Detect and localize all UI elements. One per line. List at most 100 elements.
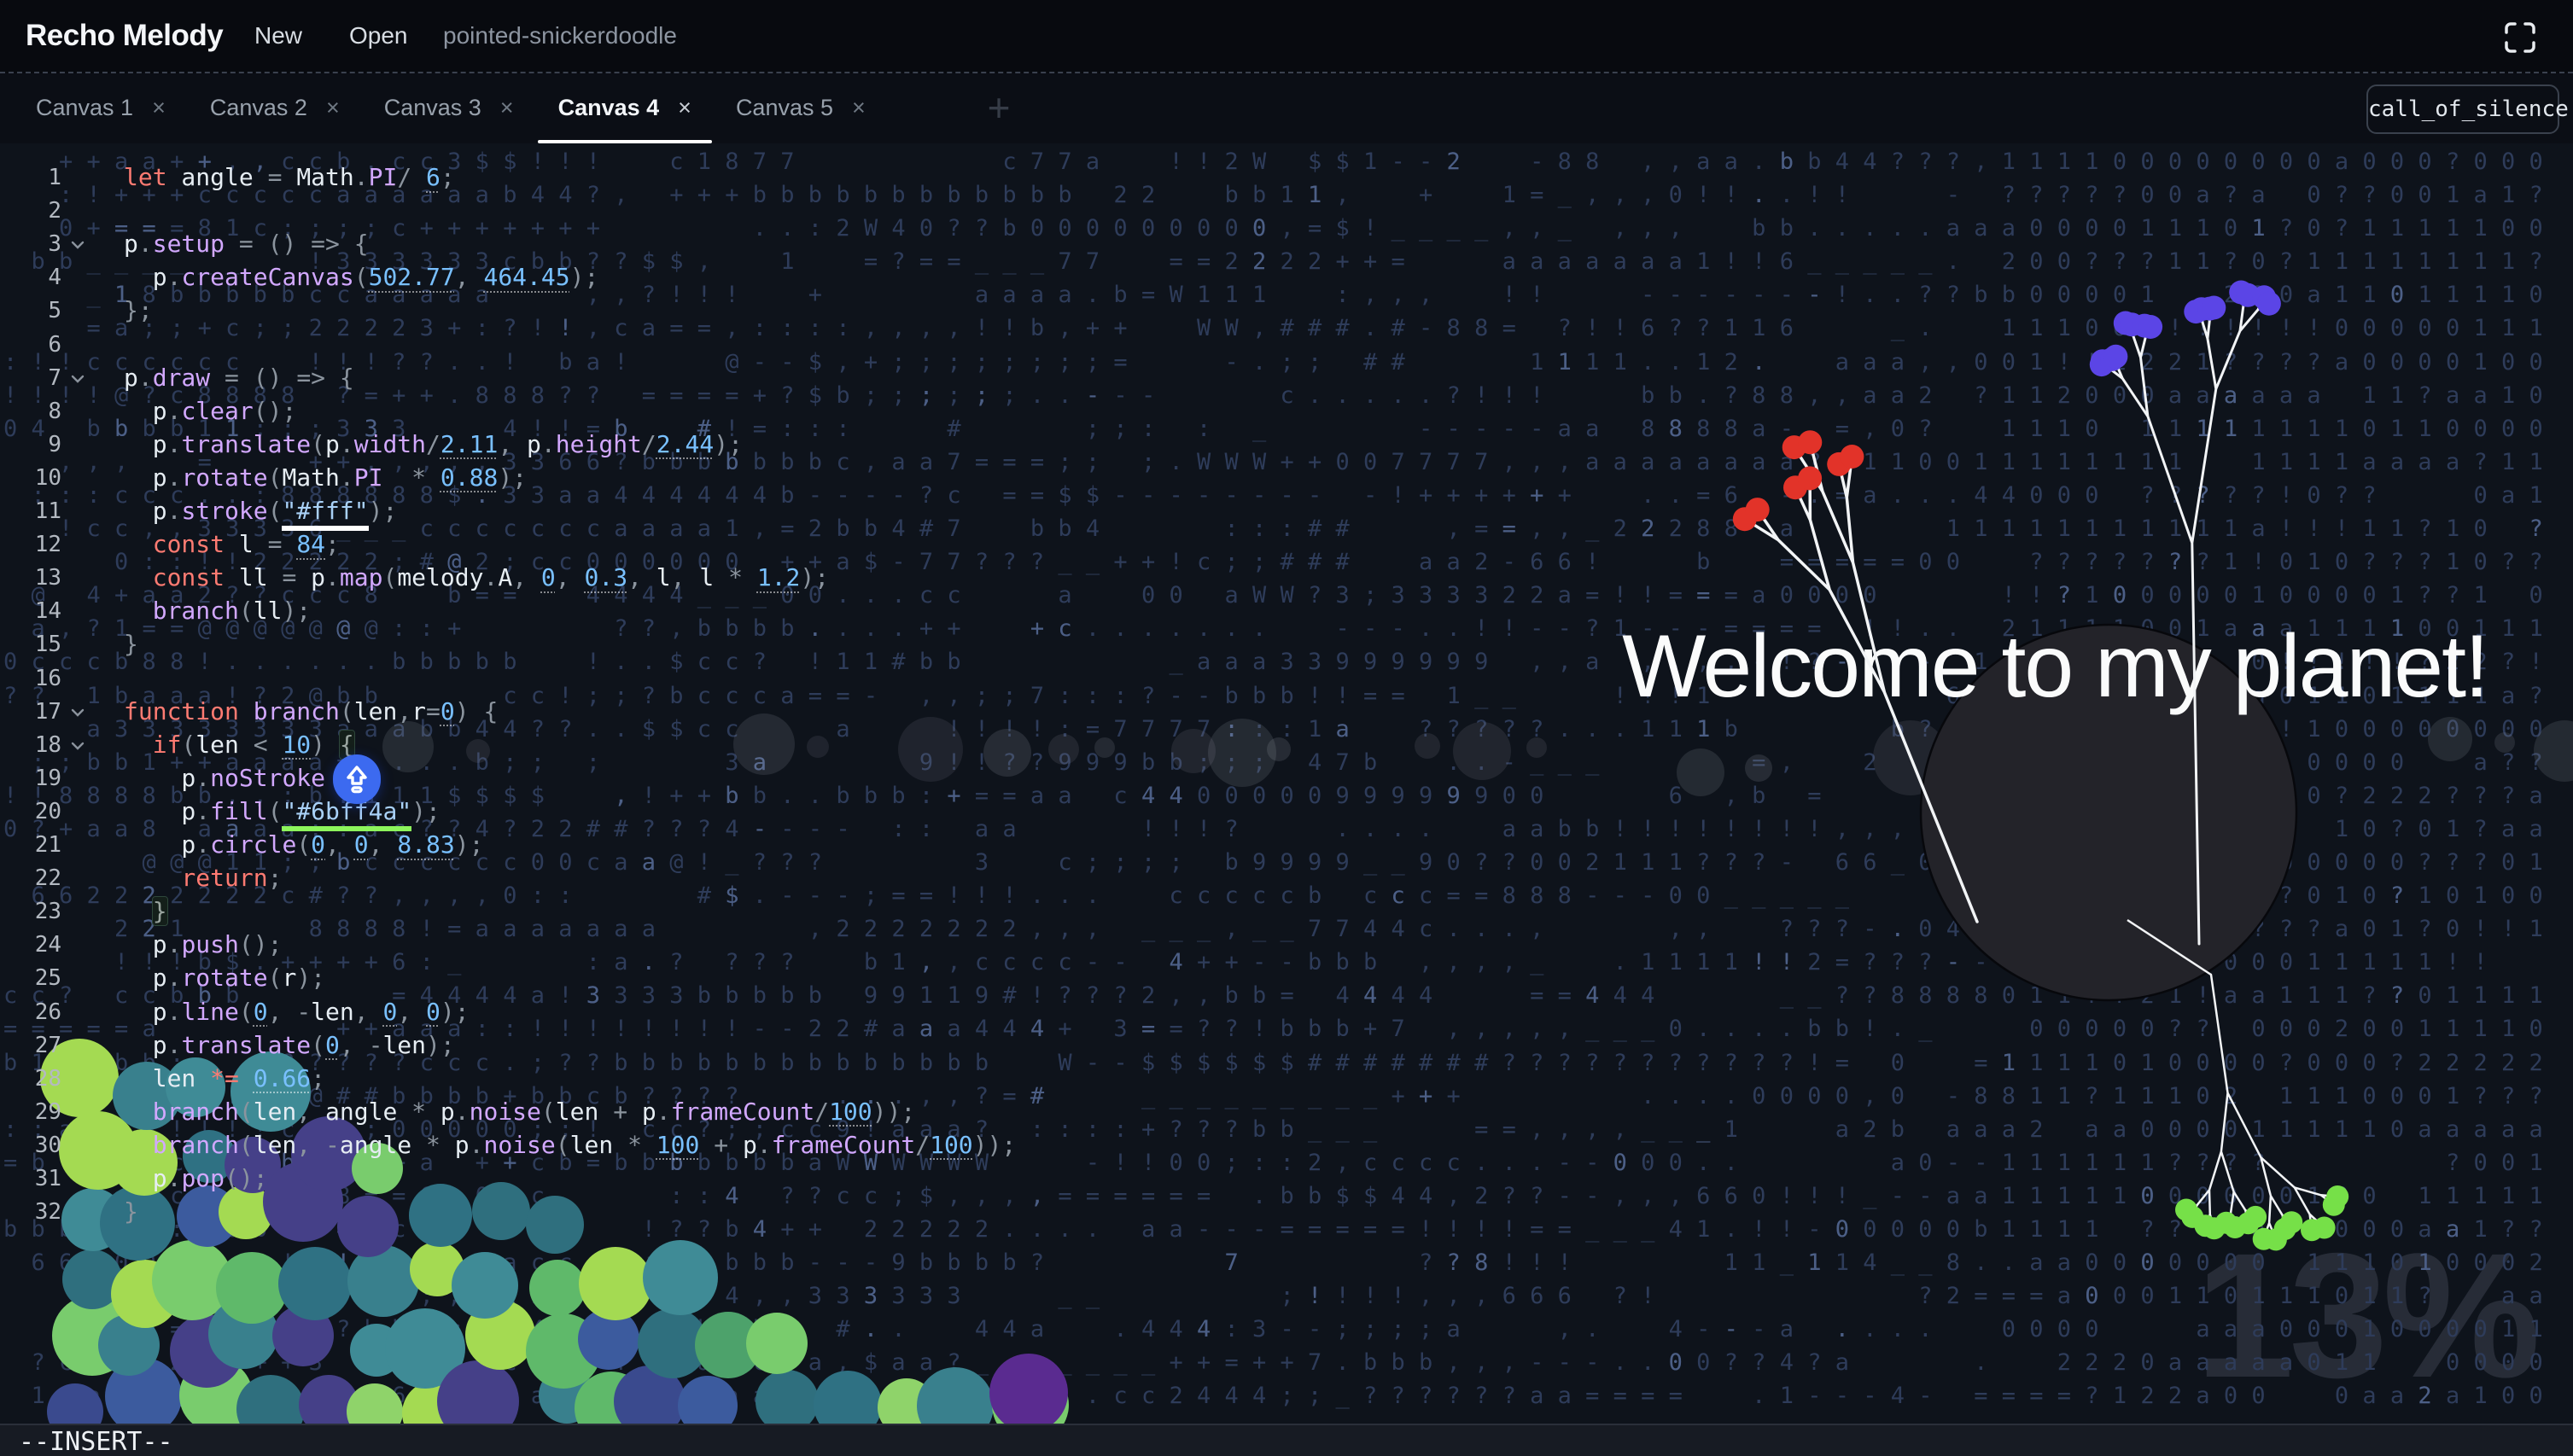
- close-icon[interactable]: ×: [326, 96, 340, 119]
- code-line[interactable]: 9 p.translate(p.width/2.11, p.height/2.4…: [0, 428, 2573, 461]
- code-line[interactable]: 12 const l = 84;: [0, 527, 2573, 561]
- code-line[interactable]: 23 }: [0, 894, 2573, 928]
- tab-canvas-1[interactable]: Canvas 1 ×: [14, 72, 188, 143]
- code-line[interactable]: 22 return;: [0, 861, 2573, 894]
- menu-new[interactable]: New: [254, 0, 302, 72]
- code-text: let angle = Math.PI/ 6;: [124, 163, 455, 191]
- code-line[interactable]: 25 p.rotate(r);: [0, 961, 2573, 994]
- code-text: }: [124, 1197, 138, 1226]
- code-line[interactable]: 6: [0, 328, 2573, 361]
- menu-open[interactable]: Open: [349, 0, 408, 72]
- tab-label: Canvas 1: [36, 94, 134, 120]
- code-line[interactable]: 1 let angle = Math.PI/ 6;: [0, 160, 2573, 194]
- code-text: p.rotate(r);: [124, 964, 326, 993]
- editor[interactable]: 13% + + a a + + , , c c b . c c 3 $ $ ! …: [0, 143, 2573, 1424]
- line-number: 30: [34, 1132, 61, 1158]
- fullscreen-icon: [2505, 22, 2535, 53]
- code-text: }: [151, 896, 168, 927]
- code-line[interactable]: 28 len *= 0.66;: [0, 1062, 2573, 1095]
- code-line[interactable]: 31 p.pop();: [0, 1162, 2573, 1195]
- fullscreen-button[interactable]: [2501, 19, 2539, 56]
- line-number: 19: [34, 765, 61, 791]
- code-line[interactable]: 29 branch(len, angle * p.noise(len + p.f…: [0, 1095, 2573, 1128]
- line-number: 10: [34, 464, 61, 491]
- canvas-tabs: Canvas 1 × Canvas 2 × Canvas 3 × Canvas 4 × Canv…: [14, 72, 888, 143]
- code-line[interactable]: 20 p.fill("#6bff4a");: [0, 795, 2573, 831]
- code-line[interactable]: 24 p.push();: [0, 928, 2573, 961]
- code-line[interactable]: 32}: [0, 1195, 2573, 1228]
- code-text: p.clear();: [124, 396, 297, 425]
- code-line[interactable]: 3 p.setup = () => {: [0, 227, 2573, 260]
- code-text: if(len < 10) {: [124, 729, 355, 760]
- line-number: 3: [48, 231, 61, 258]
- fold-chevron-icon[interactable]: [70, 738, 85, 754]
- line-number: 15: [34, 632, 61, 658]
- line-number: 28: [34, 1065, 61, 1092]
- code-line[interactable]: 4 p.createCanvas(502.77, 464.45);: [0, 260, 2573, 294]
- code-line[interactable]: 8 p.clear();: [0, 394, 2573, 428]
- code-line[interactable]: 14 branch(ll);: [0, 594, 2573, 627]
- line-number: 8: [48, 398, 61, 424]
- line-number: 25: [34, 965, 61, 992]
- line-number: 2: [48, 198, 61, 224]
- line-number: 32: [34, 1199, 61, 1226]
- code-text: function branch(len,r=0) {: [124, 696, 499, 725]
- code-line[interactable]: 27 p.translate(0, -len);: [0, 1028, 2573, 1062]
- tab-canvas-4[interactable]: Canvas 4 ×: [536, 72, 714, 143]
- code-text: p.fill("#6bff4a");: [124, 796, 441, 831]
- app-brand: Recho Melody: [26, 19, 224, 52]
- line-number: 13: [34, 565, 61, 591]
- code-line[interactable]: 21 p.circle(0, 0, 8.83);: [0, 828, 2573, 861]
- project-name[interactable]: pointed-snickerdoodle: [443, 0, 677, 72]
- code-line[interactable]: 26 p.line(0, -len, 0, 0);: [0, 995, 2573, 1028]
- line-number: 11: [34, 498, 61, 524]
- line-number: 7: [48, 364, 61, 391]
- fold-chevron-icon[interactable]: [70, 237, 85, 253]
- fold-chevron-icon[interactable]: [70, 705, 85, 721]
- code-text: const ll = p.map(melody.A, 0, 0.3, l, l …: [124, 563, 830, 592]
- code-line[interactable]: 7 p.draw = () => {: [0, 361, 2573, 394]
- code-text: const l = 84;: [124, 530, 340, 559]
- line-number: 14: [34, 598, 61, 625]
- code-line[interactable]: 30 branch(len, -angle * p.noise(len * 10…: [0, 1128, 2573, 1162]
- code-text: p.noStroke: [124, 763, 326, 792]
- code-text: branch(len, angle * p.noise(len + p.fram…: [124, 1097, 916, 1126]
- tab-canvas-3[interactable]: Canvas 3 ×: [362, 72, 536, 143]
- code-line[interactable]: 19 p.noStroke: [0, 761, 2573, 795]
- code-line[interactable]: 16: [0, 661, 2573, 695]
- tab-canvas-5[interactable]: Canvas 5 ×: [714, 72, 888, 143]
- code-line[interactable]: 17 function branch(len,r=0) {: [0, 695, 2573, 728]
- code-text: p.createCanvas(502.77, 464.45);: [124, 263, 599, 292]
- ai-suggest-button[interactable]: [333, 754, 381, 804]
- code-text: p.translate(0, -len);: [124, 1030, 455, 1059]
- code-line[interactable]: 15}: [0, 627, 2573, 661]
- line-number: 20: [34, 798, 61, 824]
- code-line[interactable]: 2: [0, 194, 2573, 227]
- tab-label: Canvas 3: [383, 94, 481, 120]
- line-number: 26: [34, 999, 61, 1025]
- add-canvas-button[interactable]: +: [975, 84, 1023, 131]
- fold-chevron-icon[interactable]: [70, 371, 85, 387]
- tab-canvas-2[interactable]: Canvas 2 ×: [188, 72, 362, 143]
- line-number: 29: [34, 1098, 61, 1125]
- code-text: branch(len, -angle * p.noise(len * 100 +…: [124, 1130, 1017, 1159]
- code-line[interactable]: 5};: [0, 294, 2573, 327]
- code-line[interactable]: 13 const ll = p.map(melody.A, 0, 0.3, l,…: [0, 561, 2573, 594]
- preset-select[interactable]: call_of_silence: [2366, 84, 2569, 134]
- tab-label: Canvas 4: [557, 94, 660, 120]
- line-number: 31: [34, 1166, 61, 1191]
- code-area[interactable]: 1 let angle = Math.PI/ 6; 2 3 p.setup = () =…: [0, 160, 2573, 1424]
- code-line[interactable]: 10 p.rotate(Math.PI * 0.88);: [0, 461, 2573, 494]
- close-icon[interactable]: ×: [500, 96, 514, 119]
- arrow-up-icon: [347, 766, 367, 794]
- topbar: Recho Melody New Open pointed-snickerdoo…: [0, 0, 2573, 73]
- line-number: 22: [34, 865, 61, 892]
- line-number: 16: [34, 665, 61, 691]
- line-number: 21: [34, 832, 61, 858]
- close-icon[interactable]: ×: [852, 96, 866, 119]
- close-icon[interactable]: ×: [152, 96, 166, 119]
- close-icon[interactable]: ×: [678, 96, 691, 119]
- code-line[interactable]: 11 p.stroke("#fff");: [0, 494, 2573, 531]
- code-text: p.circle(0, 0, 8.83);: [124, 830, 484, 859]
- code-line[interactable]: 18 if(len < 10) {: [0, 728, 2573, 761]
